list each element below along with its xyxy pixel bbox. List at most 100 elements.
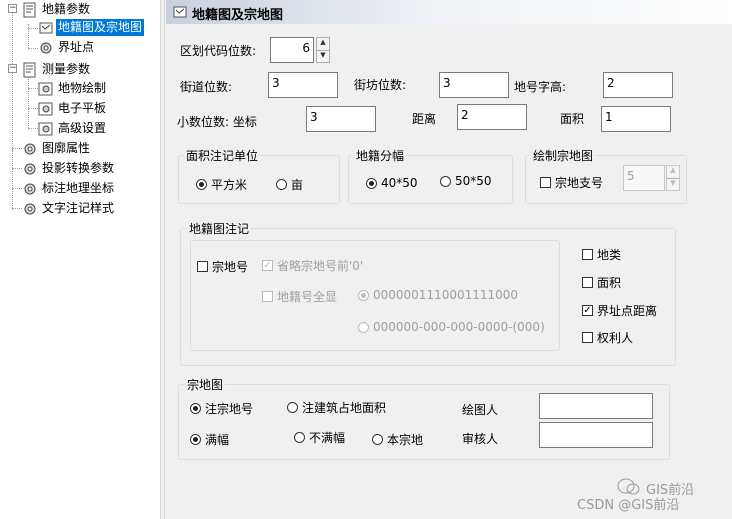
note-lot-radio[interactable]: 注宗地号 (190, 400, 253, 417)
group-title: 宗地图 (185, 376, 226, 393)
full-frame-radio[interactable]: 满幅 (190, 431, 229, 448)
street-digits-label: 街道位数: (180, 80, 233, 94)
collapse-toggle[interactable]: − (8, 4, 17, 13)
tree-label: 地物绘制 (58, 81, 107, 95)
radio-label: 满幅 (205, 433, 230, 447)
radio-label: 0000001110001111000 (373, 288, 519, 302)
unit-mu-radio[interactable]: 亩 (276, 176, 303, 193)
spin-up-icon[interactable]: ▲ (317, 38, 329, 51)
tree-label: 地籍图及宗地图 (56, 19, 145, 36)
district-digits-spinner[interactable]: ▲ ▼ (316, 37, 330, 63)
gear-icon (24, 163, 36, 174)
radio-selected-icon (196, 179, 207, 190)
tree-label: 界址点 (58, 40, 95, 54)
gear-page-icon (38, 102, 53, 115)
gear-page-icon (38, 82, 53, 95)
distance-decimals-label: 距离 (412, 112, 437, 126)
radio-icon (294, 432, 305, 443)
checkbox-icon (197, 261, 208, 272)
coord-decimals-input[interactable]: 3 (306, 106, 376, 132)
not-full-frame-radio[interactable]: 不满幅 (294, 429, 345, 446)
gear-page-icon (38, 122, 53, 135)
checkbox-label: 权利人 (597, 331, 634, 345)
lot-font-height-input[interactable]: 2 (603, 72, 673, 98)
area-checkbox[interactable]: 面积 (582, 274, 621, 291)
page-icon (39, 22, 53, 33)
tree-label: 投影转换参数 (42, 161, 115, 175)
omit-leading-zero-checkbox[interactable]: ✓ 省略宗地号前'0' (262, 257, 363, 274)
tree-item-e-tablet[interactable]: 电子平板 (38, 99, 108, 118)
note-building-area-radio[interactable]: 注建筑占地面积 (287, 399, 386, 416)
spin-down-icon[interactable]: ▼ (667, 179, 679, 191)
radio-icon (358, 321, 369, 333)
district-digits-label: 区划代码位数: (180, 44, 257, 58)
tree-item-projection[interactable]: 投影转换参数 (22, 159, 116, 178)
reviewer-input[interactable] (539, 422, 653, 448)
tree-label: 地籍参数 (42, 2, 91, 16)
radio-icon (287, 402, 298, 413)
tree-item-boundary-point[interactable]: 界址点 (38, 38, 96, 57)
unit-sqm-radio[interactable]: 平方米 (196, 176, 247, 193)
checkbox-icon (582, 249, 593, 260)
full-cadastral-number-checkbox[interactable]: 地籍号全显 (262, 288, 337, 305)
street-digits-input[interactable]: 3 (268, 72, 338, 98)
tree-label: 标注地理坐标 (42, 181, 115, 195)
tree-item-frame-attributes[interactable]: 图廓属性 (22, 139, 92, 158)
gear-icon (24, 143, 36, 154)
tree-connector (28, 76, 29, 128)
radio-icon (372, 434, 383, 445)
pane-splitter[interactable] (160, 0, 165, 519)
tree-label: 测量参数 (42, 62, 91, 76)
block-digits-input[interactable]: 3 (439, 72, 509, 98)
format-dashed-radio[interactable]: 000000-000-000-0000-(000) (358, 320, 545, 334)
checkbox-label: 宗地支号 (555, 176, 604, 190)
branch-number-input[interactable]: 5 (623, 165, 665, 191)
radio-selected-icon (366, 177, 377, 189)
tree-item-feature-drawing[interactable]: 地物绘制 (38, 79, 108, 98)
settings-icon (173, 6, 187, 18)
group-title: 地籍图注记 (187, 220, 252, 237)
radio-icon (440, 175, 451, 187)
tree-item-cadastral-map[interactable]: 地籍图及宗地图 (38, 18, 145, 37)
checkbox-label: 界址点距离 (597, 304, 658, 318)
tree-item-survey-params[interactable]: 测量参数 (22, 60, 92, 79)
tree-label: 图廓属性 (42, 141, 91, 155)
land-type-checkbox[interactable]: 地类 (582, 246, 621, 263)
radio-label: 不满幅 (309, 431, 346, 445)
district-digits-input[interactable]: 6 (270, 37, 314, 63)
group-title: 绘制宗地图 (531, 147, 596, 164)
radio-label: 注建筑占地面积 (302, 401, 387, 415)
tree-item-advanced[interactable]: 高级设置 (38, 119, 108, 138)
format-plain-radio[interactable]: 0000001110001111000 (358, 288, 518, 302)
split-40x50-radio[interactable]: 40*50 (366, 176, 418, 190)
checkbox-label: 省略宗地号前'0' (277, 259, 364, 273)
split-50x50-radio[interactable]: 50*50 (440, 174, 492, 188)
tree-item-geo-coords[interactable]: 标注地理坐标 (22, 179, 116, 198)
spin-up-icon[interactable]: ▲ (667, 166, 679, 179)
area-decimals-input[interactable]: 1 (601, 106, 671, 132)
radio-label: 000000-000-000-0000-(000) (373, 320, 545, 334)
radio-icon (276, 179, 287, 190)
branch-number-spinner[interactable]: ▲ ▼ (666, 165, 680, 191)
owner-checkbox[interactable]: 权利人 (582, 329, 633, 346)
lot-number-checkbox[interactable]: 宗地号 (197, 258, 248, 275)
branch-number-checkbox[interactable]: 宗地支号 (540, 174, 603, 191)
checkbox-icon (582, 277, 593, 288)
settings-doc-icon (23, 62, 36, 77)
checkbox-checked-icon: ✓ (582, 305, 593, 316)
this-parcel-radio[interactable]: 本宗地 (372, 431, 423, 448)
tree-item-cadastral-params[interactable]: 地籍参数 (22, 0, 92, 19)
tree-item-text-style[interactable]: 文字注记样式 (22, 199, 116, 218)
drafter-input[interactable] (539, 393, 653, 419)
settings-doc-icon (23, 2, 36, 17)
radio-label: 注宗地号 (205, 402, 254, 416)
gear-icon (24, 203, 36, 214)
lot-font-height-label: 地号字高: (514, 80, 567, 94)
boundary-distance-checkbox[interactable]: ✓ 界址点距离 (582, 302, 657, 319)
collapse-toggle[interactable]: − (8, 64, 17, 73)
settings-tree: − 地籍参数 地籍图及宗地图 界址点 − 测量参数 地物绘制 电子平板 高级设置… (0, 0, 160, 519)
block-digits-label: 街坊位数: (354, 78, 407, 92)
tree-connector (12, 150, 13, 210)
distance-decimals-input[interactable]: 2 (457, 104, 527, 130)
spin-down-icon[interactable]: ▼ (317, 51, 329, 63)
